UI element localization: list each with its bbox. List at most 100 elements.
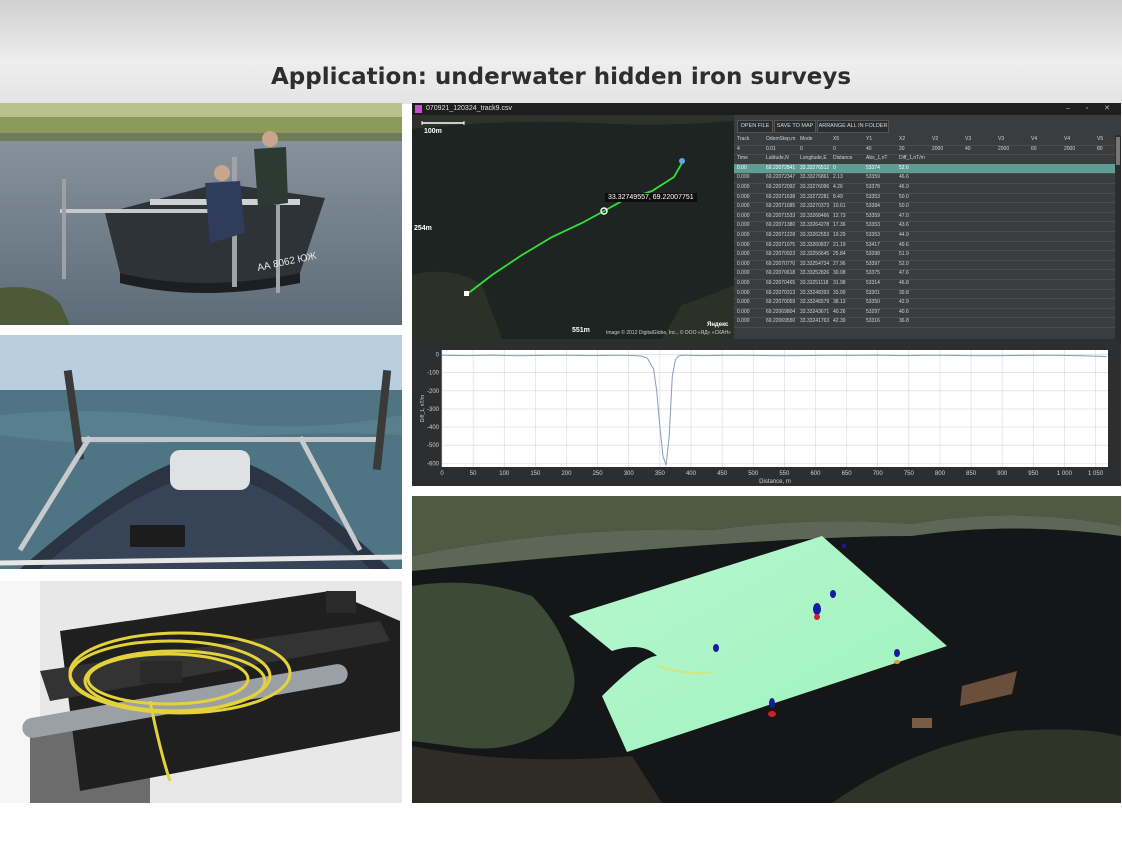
grid-cell: 69.22070618 bbox=[766, 270, 796, 277]
x-tick-label: 500 bbox=[748, 471, 759, 477]
anomaly-negative bbox=[842, 544, 846, 548]
grid-cell: 33.33264278 bbox=[800, 222, 830, 229]
anomaly-positive bbox=[894, 660, 900, 664]
grid-cell: 33.33251118 bbox=[800, 280, 829, 286]
open-file-button[interactable]: OPEN FILE bbox=[737, 120, 773, 133]
data-panel: OPEN FILE SAVE TO MAP ARRANGE ALL IN FOL… bbox=[734, 115, 1121, 339]
x-tick-label: 950 bbox=[1028, 471, 1039, 477]
grid-cell: 46.8 bbox=[899, 280, 909, 286]
grid-cell: 69.22071380 bbox=[766, 222, 796, 229]
table-row[interactable]: 0.000 69.22069550 33.33241763 42.39 53316 36.… bbox=[734, 317, 1115, 328]
profile-chart: 0 50 100 150 200 250 300 350 400 450 500 550 600 650 7… bbox=[412, 339, 1121, 486]
grid-cell: 12.73 bbox=[833, 212, 846, 219]
grid-cell: 2000 bbox=[932, 145, 944, 152]
grid-cell: 33.33254734 bbox=[800, 260, 830, 267]
grid-cell: 30.08 bbox=[833, 270, 846, 277]
grid-cell: 0 bbox=[800, 145, 803, 152]
grid-cell: 0.000 bbox=[737, 222, 750, 229]
grid-cell: 47.0 bbox=[899, 212, 909, 219]
save-to-map-button[interactable]: SAVE TO MAP bbox=[774, 120, 816, 133]
x-tick-label: 700 bbox=[873, 471, 884, 477]
y-tick-label: -400 bbox=[427, 425, 440, 431]
grid-cell: 33.33241763 bbox=[800, 318, 830, 325]
window-controls[interactable]: – ▫ ✕ bbox=[1066, 103, 1117, 115]
x-tick-label: 550 bbox=[779, 471, 790, 477]
anomaly-negative bbox=[769, 698, 775, 708]
grid-cell: V5 bbox=[1097, 136, 1104, 142]
anomaly-negative bbox=[830, 590, 836, 598]
grid-cell: 53397 bbox=[866, 260, 880, 267]
grid-cell: 46.6 bbox=[899, 174, 909, 181]
x-tick-label: 850 bbox=[966, 471, 977, 477]
grid-cell: 53398 bbox=[866, 251, 880, 258]
grid-cell: 33.33243671 bbox=[800, 308, 830, 315]
magnetometer-app-window: 070921_120324_track9.csv – ▫ ✕ 100m 254m… bbox=[412, 103, 1121, 486]
grid-cell: 49.6 bbox=[899, 241, 909, 248]
y-tick-label: -300 bbox=[427, 407, 440, 413]
x-tick-label: 200 bbox=[561, 471, 572, 477]
grid-cell: 53374 bbox=[866, 164, 880, 171]
grid-cell: 53297 bbox=[866, 308, 880, 315]
grid-cell: 0.000 bbox=[737, 289, 750, 296]
grid-cell: 2000 bbox=[998, 145, 1010, 152]
x-tick-label: 300 bbox=[624, 471, 635, 477]
grid-cell: V2 bbox=[932, 136, 939, 142]
grid-cell: 0.000 bbox=[737, 184, 750, 190]
grid-cell: 42.39 bbox=[833, 318, 846, 325]
photo-inflatable-boat-sea bbox=[0, 335, 402, 569]
grid-cell: 53359 bbox=[866, 212, 880, 219]
y-tick-label: -600 bbox=[427, 461, 440, 467]
anomaly-negative bbox=[813, 603, 821, 615]
grid-cell: 2.13 bbox=[833, 174, 843, 181]
grid-cell: Abs_1,nT bbox=[866, 155, 888, 162]
grid-cell: 50.0 bbox=[899, 203, 909, 210]
map-bottom-label: 551m bbox=[572, 327, 590, 334]
grid-cell: 40 bbox=[965, 145, 971, 152]
grid-cell: 69.22070465 bbox=[766, 280, 796, 286]
grid-cell: X2 bbox=[899, 136, 906, 142]
grid-cell: Distance bbox=[833, 155, 853, 162]
grid-cell: 25.84 bbox=[833, 251, 846, 258]
anomaly-negative bbox=[713, 644, 719, 652]
grid-cell: V3 bbox=[965, 136, 972, 142]
x-axis-label: Distance, m bbox=[759, 479, 791, 485]
x-tick-label: 400 bbox=[686, 471, 697, 477]
grid-cell: 20 bbox=[899, 145, 905, 152]
scrollbar-thumb[interactable] bbox=[1116, 137, 1120, 165]
grid-cell: 33.33246579 bbox=[800, 299, 830, 306]
grid-cell: 4.26 bbox=[833, 184, 843, 190]
slide-title: Application: underwater hidden iron surv… bbox=[270, 64, 852, 90]
grid-cell: 36.8 bbox=[899, 318, 909, 325]
y-tick-label: -200 bbox=[427, 389, 440, 395]
grid-cell: 39.8 bbox=[899, 289, 909, 296]
grid-cell: 69.22069550 bbox=[766, 318, 796, 325]
data-grid[interactable]: Track OdomStep,m Mode X5 Y1 X2 V2 V3 V3 V4 V4 V5 4 0.… bbox=[734, 135, 1115, 339]
arrange-all-button[interactable]: ARRANGE ALL IN FOLDER bbox=[817, 120, 889, 133]
coordinate-tooltip: 33.32749557, 69.22007751 bbox=[605, 193, 697, 202]
grid-cell: 53353 bbox=[866, 193, 880, 200]
track-map[interactable]: 100m 254m 551m 33.32749557, 69.22007751 … bbox=[412, 115, 734, 339]
grid-cell: 69.22070313 bbox=[766, 289, 796, 296]
anomaly-negative bbox=[894, 649, 900, 657]
grid-cell: OdomStep,m bbox=[766, 136, 796, 142]
grid-cell: 33.33262553 bbox=[800, 232, 830, 238]
grid-cell: 69.22071228 bbox=[766, 232, 796, 238]
survey-anomaly-map bbox=[412, 496, 1121, 803]
grid-cell: 0.000 bbox=[737, 270, 750, 277]
grid-cell: Mode bbox=[800, 136, 813, 142]
x-tick-label: 800 bbox=[935, 471, 946, 477]
grid-scrollbar[interactable] bbox=[1115, 135, 1121, 339]
grid-cell: 53378 bbox=[866, 184, 880, 190]
grid-cell: 52.6 bbox=[899, 164, 909, 171]
grid-cell: 53417 bbox=[866, 241, 880, 248]
grid-cell: 53314 bbox=[866, 280, 880, 286]
anomaly-positive bbox=[768, 711, 776, 717]
grid-cell: Y1 bbox=[866, 136, 873, 142]
grid-cell: 33.33276512 bbox=[800, 164, 830, 171]
y-tick-label: 0 bbox=[436, 353, 440, 359]
grid-cell: 38.13 bbox=[833, 299, 846, 306]
grid-cell: 53353 bbox=[866, 222, 880, 229]
grid-cell: 69.22070923 bbox=[766, 251, 796, 258]
y-axis-label: Diff_1, nT/m bbox=[420, 395, 426, 422]
grid-cell: 33.33268466 bbox=[800, 212, 830, 219]
